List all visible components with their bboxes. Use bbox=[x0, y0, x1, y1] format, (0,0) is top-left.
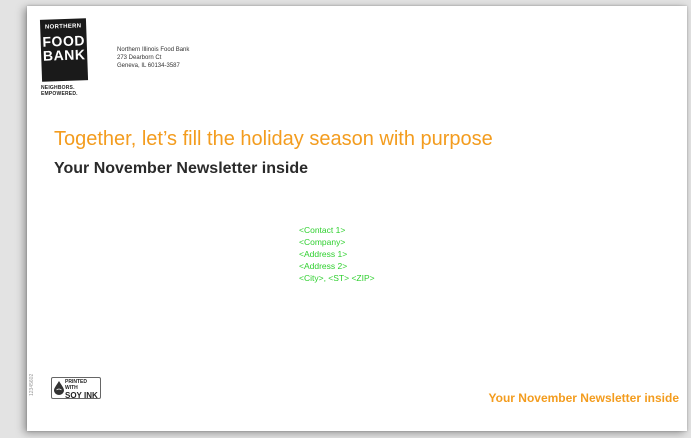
subhead: Your November Newsletter inside bbox=[54, 160, 308, 177]
mailing-field-address-2: <Address 2> bbox=[299, 261, 348, 271]
footer-newsletter-text: Your November Newsletter inside bbox=[488, 391, 680, 405]
mailing-address-block: <Contact 1> <Company> <Address 1> <Addre… bbox=[299, 224, 375, 284]
return-address-name: Northern Illinois Food Bank bbox=[117, 47, 190, 53]
tagline-line-2: EMPOWERED. bbox=[41, 91, 78, 97]
return-address: Northern Illinois Food Bank 273 Dearborn… bbox=[117, 46, 189, 70]
logo-tagline: NEIGHBORS. EMPOWERED. bbox=[41, 85, 78, 97]
mailing-field-company: <Company> bbox=[299, 237, 346, 247]
mailing-field-city-state-zip: <City>, <ST> <ZIP> bbox=[299, 273, 375, 283]
soy-ink-text: PRINTED WITH SOY INK bbox=[65, 379, 101, 400]
logo-line-northern: NORTHERN bbox=[44, 23, 82, 31]
food-bank-logo: NORTHERN FOOD BANK bbox=[39, 18, 89, 82]
logo-line-bank: BANK bbox=[42, 46, 86, 64]
return-address-city: Geneva, IL 60134-3587 bbox=[117, 63, 180, 69]
soy-ink-line-1: PRINTED WITH bbox=[65, 379, 87, 391]
soy-ink-badge: PRINTED WITH SOY INK bbox=[51, 377, 101, 400]
mailing-field-address-1: <Address 1> bbox=[299, 249, 348, 259]
return-address-street: 273 Dearborn Ct bbox=[117, 55, 162, 61]
soy-drop-icon bbox=[54, 381, 64, 395]
soy-ink-line-2: SOY INK bbox=[65, 391, 98, 400]
mailing-field-contact: <Contact 1> bbox=[299, 225, 346, 235]
side-code: 12345602 bbox=[29, 373, 35, 396]
headline: Together, let’s fill the holiday season … bbox=[54, 128, 493, 150]
envelope: NORTHERN FOOD BANK NEIGHBORS. EMPOWERED.… bbox=[27, 6, 687, 431]
